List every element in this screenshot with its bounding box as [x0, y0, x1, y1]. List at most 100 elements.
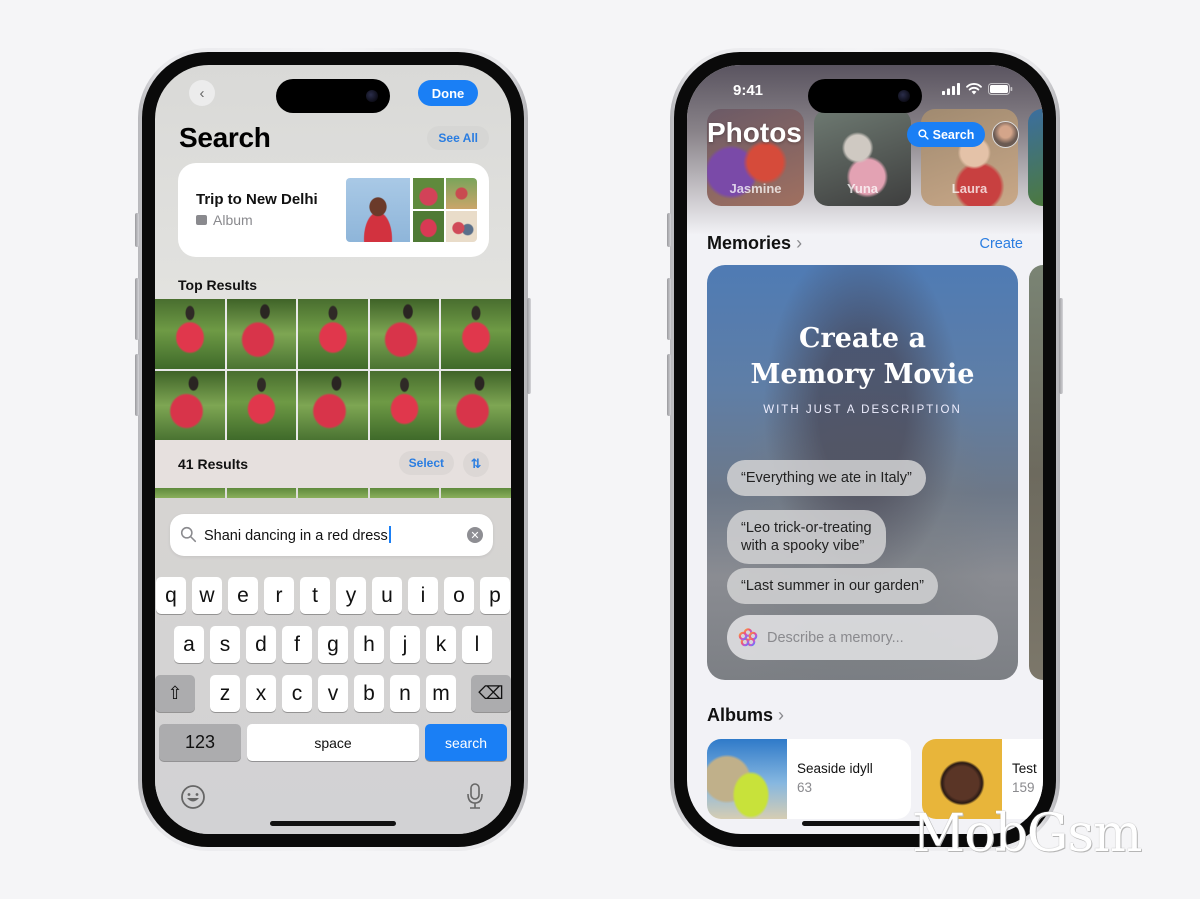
delete-backspace-icon: ⌫ — [478, 683, 504, 703]
photo-thumbnail[interactable] — [155, 488, 225, 498]
key-f[interactable]: f — [282, 626, 312, 663]
photo-thumbnail[interactable] — [441, 370, 511, 440]
key-z[interactable]: z — [210, 675, 240, 712]
key-b[interactable]: b — [354, 675, 384, 712]
see-all-button[interactable]: See All — [427, 126, 489, 150]
key-l[interactable]: l — [462, 626, 492, 663]
space-key[interactable]: space — [247, 724, 419, 761]
describe-memory-input[interactable]: Describe a memory... — [727, 615, 998, 660]
side-button — [1059, 298, 1063, 394]
search-input[interactable]: Shani dancing in a red dress ✕ — [170, 514, 493, 556]
album-name: Test — [1012, 761, 1037, 776]
key-p[interactable]: p — [480, 577, 510, 614]
memories-header[interactable]: Memories › — [707, 233, 802, 254]
photo-thumbnail[interactable] — [369, 488, 440, 498]
phone-photos: Jasmine Yuna Laura 9:41 Photos Search Me… — [667, 48, 1063, 851]
photo-thumbnail[interactable] — [441, 299, 511, 369]
person-name: Laura — [951, 181, 988, 196]
memory-prompt-suggestion[interactable]: “Everything we ate in Italy” — [727, 460, 926, 496]
album-name: Seaside idyll — [797, 761, 873, 776]
key-s[interactable]: s — [210, 626, 240, 663]
key-i[interactable]: i — [408, 577, 438, 614]
clear-circle-icon: ✕ — [470, 529, 480, 542]
key-a[interactable]: a — [174, 626, 204, 663]
photo-thumbnail[interactable] — [155, 370, 225, 440]
photo-thumbnail[interactable] — [298, 488, 368, 498]
photo-thumbnail[interactable] — [298, 299, 368, 369]
album-card[interactable]: Seaside idyll 63 — [707, 739, 911, 819]
key-n[interactable]: n — [390, 675, 420, 712]
key-o[interactable]: o — [444, 577, 474, 614]
top-results-label: Top Results — [178, 277, 258, 293]
results-count: 41 Results — [178, 456, 249, 472]
account-avatar[interactable] — [992, 121, 1019, 148]
dynamic-island — [276, 79, 390, 113]
key-e[interactable]: e — [228, 577, 258, 614]
create-memory-link[interactable]: Create — [979, 236, 1023, 252]
key-y[interactable]: y — [336, 577, 366, 614]
key-c[interactable]: c — [282, 675, 312, 712]
numbers-key[interactable]: 123 — [159, 724, 241, 761]
photo-thumbnail[interactable] — [441, 488, 511, 498]
key-w[interactable]: w — [192, 577, 222, 614]
photo-thumbnail[interactable] — [226, 488, 297, 498]
photo-thumbnail[interactable] — [369, 299, 440, 369]
key-t[interactable]: t — [300, 577, 330, 614]
page-title: Photos — [707, 117, 802, 148]
person-card-partial[interactable] — [1028, 109, 1043, 206]
key-k[interactable]: k — [426, 626, 456, 663]
memory-card-partial[interactable] — [1029, 265, 1043, 680]
delete-key[interactable]: ⌫ — [471, 675, 511, 712]
key-d[interactable]: d — [246, 626, 276, 663]
clear-button[interactable]: ✕ — [467, 527, 483, 543]
search-button[interactable]: Search — [907, 122, 985, 147]
search-query: Shani dancing in a red dress — [204, 526, 391, 544]
home-indicator[interactable] — [270, 821, 396, 826]
shift-key[interactable]: ⇧ — [155, 675, 195, 712]
photo-thumbnail[interactable] — [226, 370, 297, 440]
key-m[interactable]: m — [426, 675, 456, 712]
key-g[interactable]: g — [318, 626, 348, 663]
key-u[interactable]: u — [372, 577, 402, 614]
memories-title: Memories — [707, 233, 792, 253]
photo-thumbnail[interactable] — [155, 299, 225, 369]
search-screen: ‹ Done Search See All Trip to New Delhi … — [155, 65, 511, 834]
back-button[interactable]: ‹ — [189, 80, 215, 106]
prompt-line: “Leo trick-or-treating — [741, 520, 872, 536]
search-key[interactable]: search — [425, 724, 507, 761]
memory-card-title-line: Memory Movie — [750, 359, 975, 390]
memory-movie-card[interactable]: Create a Memory Movie WITH JUST A DESCRI… — [707, 265, 1018, 680]
volume-down-button — [667, 354, 671, 416]
magnifying-glass-icon — [180, 526, 197, 543]
album-thumbnail — [446, 211, 477, 242]
done-button[interactable]: Done — [418, 80, 478, 106]
key-x[interactable]: x — [246, 675, 276, 712]
album-thumbnail — [346, 178, 410, 242]
key-q[interactable]: q — [156, 577, 186, 614]
microphone-icon[interactable] — [465, 782, 485, 810]
wifi-icon — [966, 83, 982, 95]
status-icons — [942, 83, 1013, 95]
photo-thumbnail[interactable] — [369, 370, 440, 440]
key-r[interactable]: r — [264, 577, 294, 614]
select-button[interactable]: Select — [398, 451, 454, 475]
key-v[interactable]: v — [318, 675, 348, 712]
apple-intelligence-icon — [738, 627, 758, 646]
album-result-card[interactable]: Trip to New Delhi Album — [178, 163, 489, 257]
emoji-icon[interactable] — [180, 784, 206, 810]
photo-thumbnail[interactable] — [226, 299, 297, 369]
key-h[interactable]: h — [354, 626, 384, 663]
watermark: MobGsm — [912, 804, 1142, 864]
photo-thumbnail[interactable] — [298, 370, 368, 440]
person-card[interactable]: Yuna — [814, 109, 911, 206]
home-indicator[interactable] — [802, 821, 928, 826]
person-name: Jasmine — [729, 181, 782, 196]
sort-button[interactable]: ⇅ — [463, 451, 489, 477]
albums-header[interactable]: Albums › — [707, 705, 784, 726]
key-j[interactable]: j — [390, 626, 420, 663]
results-bar: 41 Results Select ⇅ — [155, 440, 511, 488]
memory-prompt-suggestion[interactable]: “Last summer in our garden” — [727, 568, 938, 604]
chevron-right-icon: › — [778, 705, 785, 725]
memory-prompt-suggestion[interactable]: “Leo trick-or-treating with a spooky vib… — [727, 510, 886, 564]
